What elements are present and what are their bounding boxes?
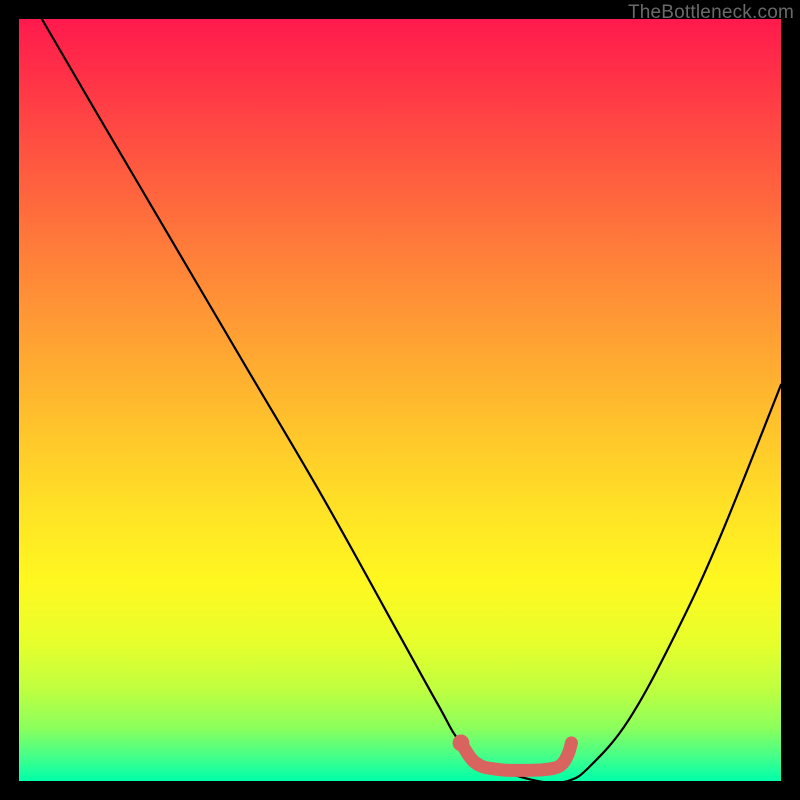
chart-svg-layer: [19, 19, 781, 781]
chart-plot-area: [19, 19, 781, 781]
optimal-start-dot: [453, 735, 470, 752]
optimal-range-marker: [461, 743, 571, 771]
watermark-text: TheBottleneck.com: [628, 2, 794, 24]
bottleneck-curve: [42, 19, 781, 783]
